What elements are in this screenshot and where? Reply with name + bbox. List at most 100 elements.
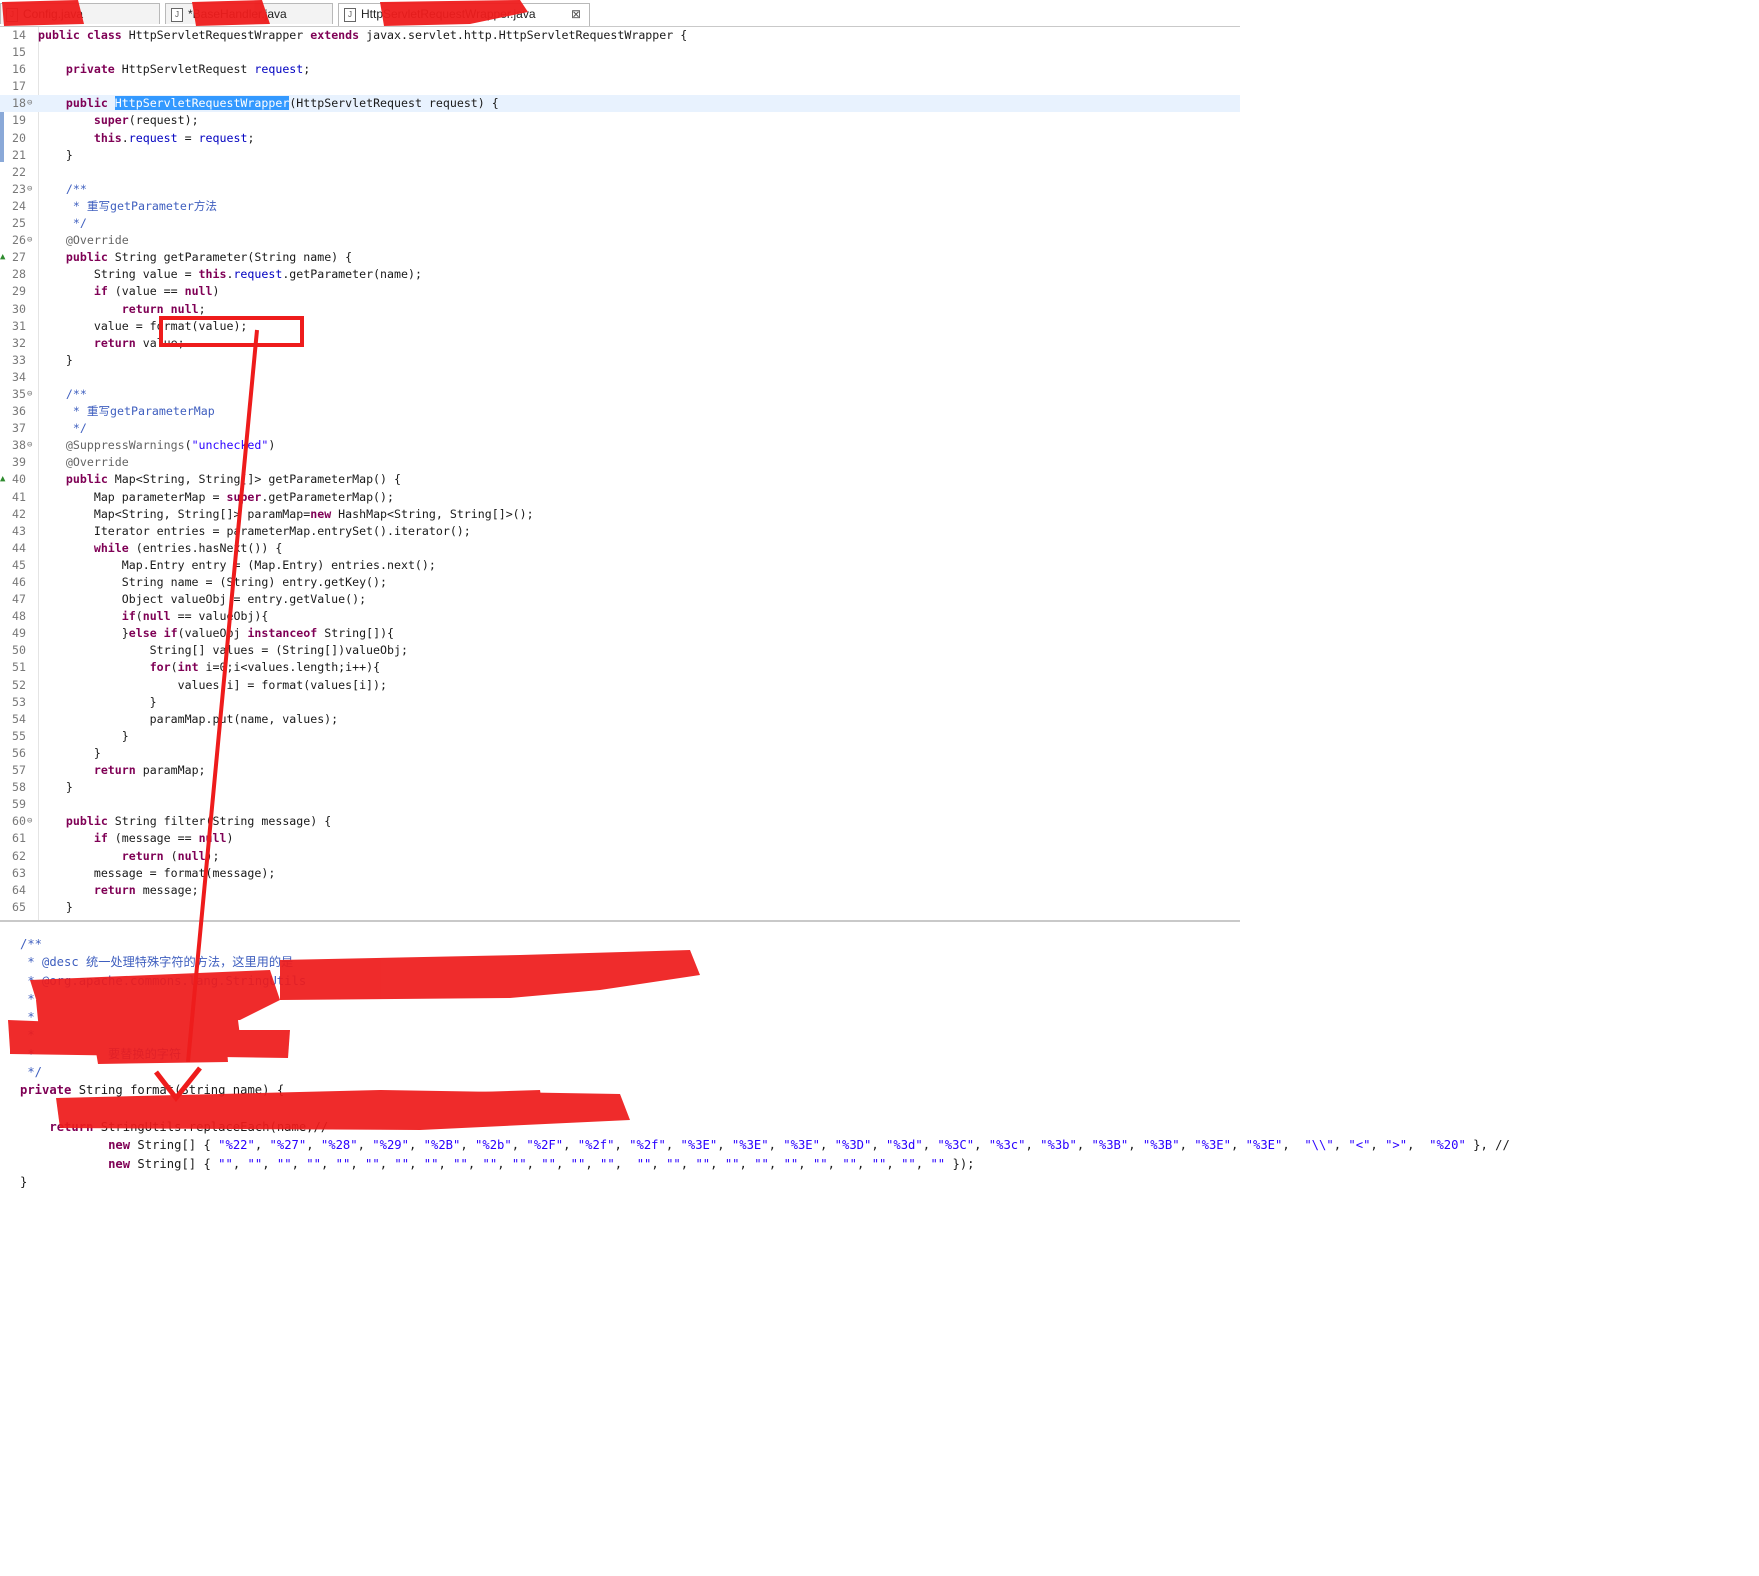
code-line[interactable]: 20 this.request = request; — [0, 130, 1240, 147]
code-line[interactable]: 30 return null; — [0, 301, 1240, 318]
code-line[interactable]: 38 ⊖ @SuppressWarnings("unchecked") — [0, 437, 1240, 454]
code-line[interactable]: 32 return value; — [0, 335, 1240, 352]
code-line[interactable]: 53 } — [0, 694, 1240, 711]
code-line[interactable]: 34 — [0, 369, 1240, 386]
code-line[interactable]: 52 values[i] = format(values[i]); — [0, 677, 1240, 694]
line-number: 29 — [12, 284, 26, 299]
code-line[interactable]: 35 ⊖ /** — [0, 386, 1240, 403]
code-line[interactable]: 54 paramMap.put(name, values); — [0, 711, 1240, 728]
code-line[interactable]: 15 — [0, 44, 1240, 61]
line-number: 16 — [12, 62, 26, 77]
code-text: this.request = request; — [93, 130, 255, 145]
code-line[interactable]: 31 value = format(value); — [0, 318, 1240, 335]
code-line[interactable]: 47 Object valueObj = entry.getValue(); — [0, 591, 1240, 608]
code-text: public Map<String, String[]> getParamete… — [65, 472, 401, 487]
snippet-line: } — [0, 1173, 1759, 1191]
snippet-line: * @desc 统一处理特殊字符的方法，这里用的是 — [0, 953, 1759, 971]
java-file-icon: J — [344, 8, 356, 22]
code-text: } — [38, 352, 73, 367]
code-line[interactable]: 60 ⊖ public String filter(String message)… — [0, 813, 1240, 830]
code-line[interactable]: 44 while (entries.hasNext()) { — [0, 540, 1240, 557]
code-line[interactable]: 56 } — [0, 745, 1240, 762]
fold-toggle-icon[interactable]: ⊖ — [27, 386, 37, 403]
fold-toggle-icon[interactable]: ⊖ — [27, 813, 37, 830]
code-text: if (value == null) — [93, 284, 220, 299]
line-number: 21 — [12, 147, 26, 162]
code-line[interactable]: 23 ⊖ /** — [0, 181, 1240, 198]
line-number: 57 — [12, 763, 26, 778]
code-text: /** — [38, 386, 87, 401]
code-line[interactable]: 25 */ — [0, 215, 1240, 232]
code-line[interactable]: 58 } — [0, 779, 1240, 796]
code-text: /** — [38, 181, 87, 196]
line-number: 38 — [12, 438, 26, 453]
code-line[interactable]: 37 */ — [0, 420, 1240, 437]
code-line[interactable]: 28 String value = this.request.getParame… — [0, 266, 1240, 283]
line-number: 15 — [12, 45, 26, 60]
code-line[interactable]: 45 Map.Entry entry = (Map.Entry) entries… — [0, 557, 1240, 574]
code-text: Map.Entry entry = (Map.Entry) entries.ne… — [38, 557, 436, 572]
code-line[interactable]: 27 ▲ public String getParameter(String na… — [0, 249, 1240, 266]
snippet-text: } — [20, 1174, 28, 1189]
code-line[interactable]: 33 } — [0, 352, 1240, 369]
code-text: public HttpServletRequestWrapper(HttpSer… — [65, 96, 499, 111]
format-method-snippet: /** * @desc 统一处理特殊字符的方法，这里用的是 * @org.apa… — [0, 935, 1759, 1191]
fold-toggle-icon[interactable]: ⊖ — [27, 181, 37, 198]
code-line[interactable]: 48 if(null == valueObj){ — [0, 608, 1240, 625]
tab-label: Config.java — [23, 7, 84, 21]
code-text: return value; — [93, 335, 185, 350]
close-icon[interactable]: ⊠ — [571, 4, 581, 25]
fold-toggle-icon[interactable]: ⊖ — [27, 232, 37, 249]
code-text: paramMap.put(name, values); — [38, 711, 339, 726]
code-line[interactable]: 24 * 重写getParameter方法 — [0, 198, 1240, 215]
code-line[interactable]: 16 private HttpServletRequest request; — [0, 61, 1240, 78]
code-text: * 重写getParameter方法 — [38, 198, 217, 213]
code-line[interactable]: 19 super(request); — [0, 112, 1240, 129]
code-line[interactable]: 21 } — [0, 147, 1240, 164]
code-line[interactable]: 41 Map parameterMap = super.getParameter… — [0, 489, 1240, 506]
code-line[interactable]: 50 String[] values = (String[])valueObj; — [0, 642, 1240, 659]
code-line[interactable]: 59 — [0, 796, 1240, 813]
code-line[interactable]: 17 — [0, 78, 1240, 95]
snippet-text: * 要替换的字符 — [20, 1046, 182, 1061]
snippet-text: * — [20, 991, 35, 1006]
line-number: 37 — [12, 421, 26, 436]
code-line[interactable]: 40 ▲ public Map<String, String[]> getPara… — [0, 471, 1240, 488]
code-line[interactable]: 39 @Override — [0, 454, 1240, 471]
code-line[interactable]: 26 ⊖ @Override — [0, 232, 1240, 249]
line-number: 54 — [12, 711, 26, 726]
code-text: message = format(message); — [38, 865, 276, 880]
override-marker-icon: ▲ — [0, 252, 6, 263]
code-line[interactable]: 29 if (value == null) — [0, 283, 1240, 300]
code-text: if (message == null) — [93, 831, 234, 846]
tab-label: *BaseHandler.java — [188, 7, 287, 21]
code-line[interactable]: 51 for(int i=0;i<values.length;i++){ — [0, 659, 1240, 676]
fold-toggle-icon[interactable]: ⊖ — [27, 437, 37, 454]
code-line[interactable]: 42 Map<String, String[]> paramMap=new Ha… — [0, 506, 1240, 523]
code-line[interactable]: 49 }else if(valueObj instanceof String[]… — [0, 625, 1240, 642]
code-line[interactable]: 14 public class HttpServletRequestWrapper… — [0, 27, 1240, 44]
code-text: Iterator entries = parameterMap.entrySet… — [38, 523, 471, 538]
code-line[interactable]: 36 * 重写getParameterMap — [0, 403, 1240, 420]
code-line[interactable]: 22 — [0, 164, 1240, 181]
line-number: 48 — [12, 609, 26, 624]
line-number: 59 — [12, 797, 26, 812]
line-number: 64 — [12, 882, 26, 897]
code-line[interactable]: 65 } — [0, 899, 1240, 916]
code-line[interactable]: 64 return message; — [0, 882, 1240, 899]
code-line[interactable]: 62 return (null); — [0, 848, 1240, 865]
code-text: if(null == valueObj){ — [121, 609, 269, 624]
code-line[interactable]: 57 return paramMap; — [0, 762, 1240, 779]
tab-config-java[interactable]: J Config.java — [0, 3, 160, 24]
code-line[interactable]: 63 message = format(message); — [0, 865, 1240, 882]
code-line[interactable]: 61 if (message == null) — [0, 830, 1240, 847]
snippet-line: new String[] { "%22", "%27", "%28", "%29… — [0, 1136, 1759, 1154]
code-editor[interactable]: 14 public class HttpServletRequestWrapper… — [0, 27, 1240, 922]
tab-basehandler-java[interactable]: J *BaseHandler.java — [165, 3, 333, 24]
code-line[interactable]: 43 Iterator entries = parameterMap.entry… — [0, 523, 1240, 540]
code-line[interactable]: 18 ⊖ public HttpServletRequestWrapper(Htt… — [0, 95, 1240, 113]
code-line[interactable]: 46 String name = (String) entry.getKey()… — [0, 574, 1240, 591]
fold-toggle-icon[interactable]: ⊖ — [27, 95, 37, 112]
tab-httpservletrequestwrapper-java[interactable]: J HttpServletRequestWrapper.java ⊠ — [338, 3, 590, 26]
code-line[interactable]: 55 } — [0, 728, 1240, 745]
